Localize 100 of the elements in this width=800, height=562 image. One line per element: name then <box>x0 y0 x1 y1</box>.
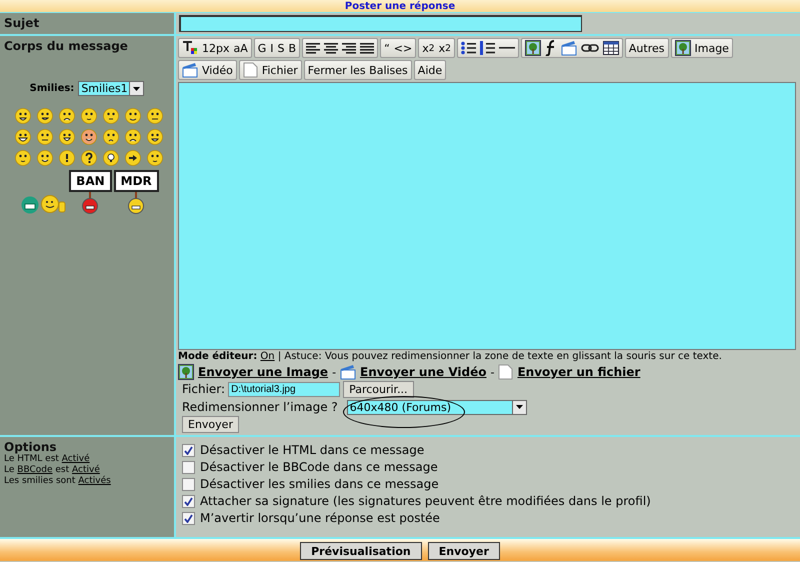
smiley-icon[interactable] <box>59 108 75 124</box>
toolbar-button[interactable]: B <box>288 42 296 54</box>
toolbar-button[interactable]: Image <box>694 42 729 54</box>
message-field[interactable] <box>178 82 796 350</box>
smiley-icon[interactable] <box>37 150 53 166</box>
upload-link[interactable]: Envoyer une Vidéo <box>360 365 486 379</box>
status-link[interactable]: Activé <box>72 465 100 475</box>
script-f-icon[interactable] <box>544 40 557 56</box>
smiley-icon[interactable] <box>147 108 163 124</box>
field-label: Sujet <box>4 16 40 30</box>
toolbar-button[interactable]: Vidéo <box>202 64 233 76</box>
smilies-dropdown[interactable]: Smilies1 <box>78 81 144 96</box>
picture-icon[interactable] <box>524 40 541 56</box>
toolbar-button[interactable]: I <box>270 42 274 54</box>
toolbar-button[interactable]: “ <box>384 42 390 54</box>
file-path-field[interactable]: D:\tutorial3.jpg <box>228 382 340 396</box>
smiley-icon[interactable] <box>15 150 31 166</box>
checkbox[interactable] <box>182 478 195 490</box>
smiley-icon[interactable] <box>15 108 31 124</box>
bulleted-list-icon[interactable] <box>460 41 476 55</box>
checkbox-label: M’avertir lorsqu’une réponse est postée <box>200 511 440 525</box>
link-separator: - <box>490 366 494 378</box>
sign-board: MDR <box>114 170 159 192</box>
option-status: Les smilies sont Activés <box>4 476 112 487</box>
checkbox[interactable] <box>182 494 195 508</box>
table-icon[interactable] <box>602 41 619 55</box>
resize-dropdown[interactable]: 640x480 (Forums) <box>346 400 527 414</box>
smiley-icon[interactable] <box>81 129 97 145</box>
editor-mode-link[interactable]: On <box>260 351 275 362</box>
status-link[interactable]: Activé <box>62 454 90 464</box>
smiley-icon[interactable] <box>103 129 119 145</box>
footer-button[interactable]: Prévisualisation <box>300 542 422 560</box>
upload-link[interactable]: Envoyer un fichier <box>517 365 640 379</box>
toolbar-button[interactable]: Autres <box>628 42 664 54</box>
status-link[interactable]: BBCode <box>17 465 53 475</box>
upload-send-button[interactable]: Envoyer <box>182 416 239 433</box>
checkbox-label: Désactiver les smilies dans ce message <box>200 477 439 491</box>
smiley-icon[interactable] <box>125 129 141 145</box>
align-right-icon[interactable] <box>342 42 356 54</box>
tip-text: | Astuce: Vous pouvez redimensionner la zone de texte en glissant la souris sur ce texte. <box>278 351 722 362</box>
smiley-icon[interactable] <box>37 108 53 124</box>
picture-icon[interactable] <box>674 40 690 56</box>
smiley-icon[interactable] <box>37 129 53 145</box>
caret-icon[interactable] <box>133 86 140 90</box>
smiley-icon[interactable] <box>81 108 97 124</box>
checkbox-label: Désactiver le HTML dans ce message <box>200 443 424 457</box>
status-link[interactable]: Activés <box>78 476 111 486</box>
editor-mode-label: Mode éditeur: <box>178 351 258 362</box>
sign-board: BAN <box>69 170 112 192</box>
thumbs-up-smiley-icon[interactable] <box>41 194 68 214</box>
align-center-icon[interactable] <box>324 42 338 54</box>
toolbar-button[interactable]: G <box>258 42 266 54</box>
smiley-icon[interactable] <box>125 150 141 166</box>
file-label: Fichier: <box>182 382 226 396</box>
field-label: Corps du message <box>4 39 129 53</box>
checkbox[interactable] <box>182 444 195 456</box>
checkbox-label: Attacher sa signature (les signatures peuvent être modifiées dans le profil) <box>200 494 651 508</box>
resize-label: Redimensionner l’image ? <box>182 400 338 414</box>
option-status: Le BBCode est Activé <box>4 465 101 476</box>
toolbar-button[interactable]: aA <box>234 42 248 54</box>
toolbar-button[interactable]: Fermer les Balises <box>308 64 408 76</box>
link-separator: - <box>332 366 336 378</box>
smiley-icon[interactable] <box>15 129 31 145</box>
smiley-icon[interactable] <box>21 196 40 214</box>
smiley-icon[interactable] <box>147 129 163 145</box>
smiley-icon[interactable] <box>103 150 119 166</box>
smiley-icon[interactable] <box>147 150 163 166</box>
smiley-icon[interactable] <box>59 150 75 166</box>
checkbox[interactable] <box>182 512 195 524</box>
toolbar-button[interactable]: Aide <box>418 64 442 76</box>
option-status: Le HTML est Activé <box>4 454 91 464</box>
checkbox-label: Désactiver le BBCode dans ce message <box>200 460 438 474</box>
chain-link-icon[interactable] <box>580 42 599 54</box>
browse-button[interactable]: Parcourir... <box>343 380 414 398</box>
justify-icon[interactable] <box>360 42 374 54</box>
picture-icon[interactable] <box>178 364 194 380</box>
subject-field[interactable] <box>179 15 582 32</box>
caret-icon[interactable] <box>516 405 523 409</box>
checkbox[interactable] <box>182 460 195 474</box>
smiley-icon[interactable] <box>59 129 75 145</box>
align-left-icon[interactable] <box>306 42 320 54</box>
clapperboard-icon[interactable] <box>340 364 356 380</box>
smiley-icon[interactable] <box>125 108 141 124</box>
toolbar-button[interactable]: <> <box>394 42 412 54</box>
smilies-label: Smilies: <box>30 83 74 94</box>
options-title: Options <box>4 440 58 454</box>
clapperboard-icon[interactable] <box>182 62 198 78</box>
page-title: Poster une réponse <box>344 1 456 12</box>
page-icon[interactable] <box>498 364 514 380</box>
text-color-icon[interactable] <box>182 40 198 56</box>
footer-button[interactable]: Envoyer <box>428 542 500 560</box>
smiley-icon[interactable] <box>81 150 97 166</box>
upload-link[interactable]: Envoyer une Image <box>198 365 328 379</box>
numbered-list-icon[interactable] <box>480 41 495 55</box>
clapperboard-icon[interactable] <box>560 40 577 56</box>
smiley-icon[interactable] <box>103 108 119 124</box>
toolbar-button[interactable]: Fichier <box>262 64 298 76</box>
page-icon[interactable] <box>242 62 258 78</box>
toolbar-button[interactable]: S <box>278 42 285 54</box>
toolbar-button[interactable]: 12px <box>202 42 230 54</box>
